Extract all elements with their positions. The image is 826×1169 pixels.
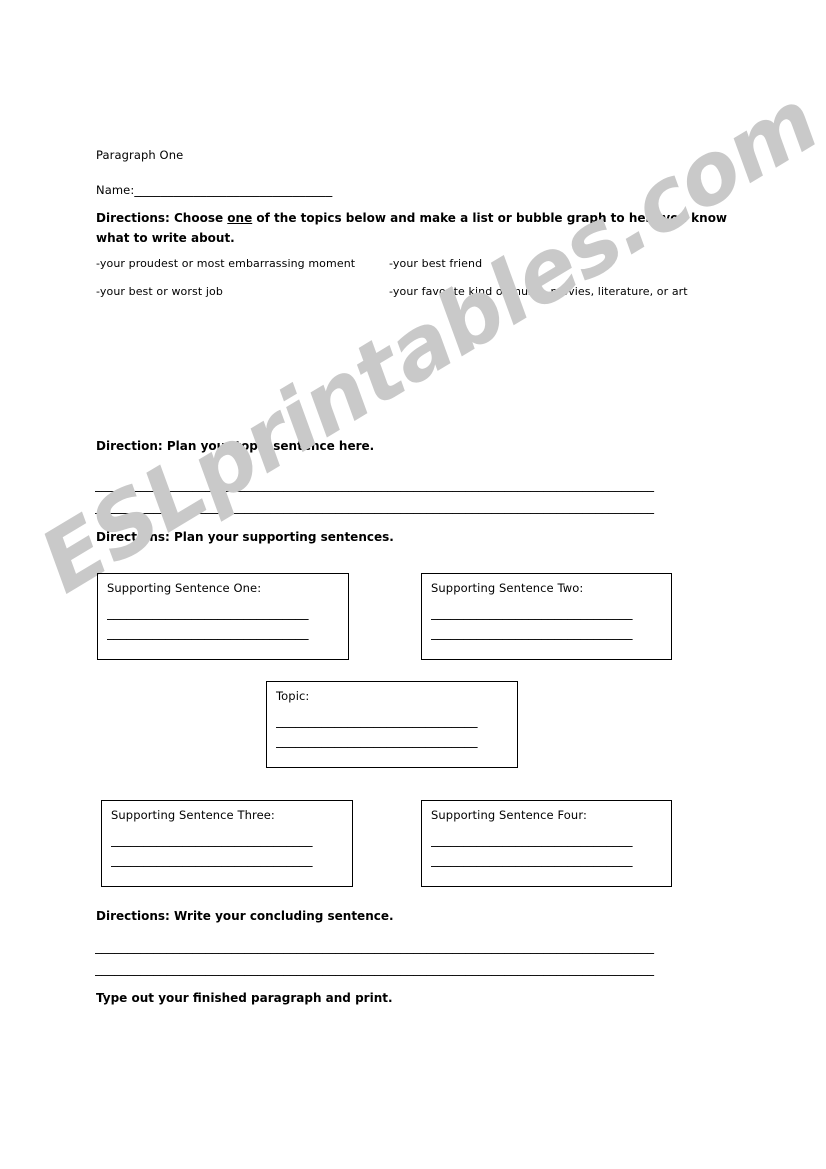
directions-supporting-sentences: Directions: Plan your supporting sentenc…: [96, 530, 394, 544]
name-label: Name:: [96, 183, 135, 197]
concluding-sentence-line-2[interactable]: ________________________________________…: [95, 962, 724, 977]
name-field-row: Name:______________________________: [96, 179, 332, 198]
supporting-sentence-four-line-2[interactable]: _______________________________: [431, 853, 659, 868]
supporting-sentence-two-line-2[interactable]: _______________________________: [431, 626, 659, 641]
directions-concluding-sentence: Directions: Write your concluding senten…: [96, 909, 394, 923]
supporting-sentence-one-label: Supporting Sentence One:: [107, 581, 262, 595]
topic-box-line-1[interactable]: _______________________________: [276, 714, 498, 729]
supporting-sentence-two-line-1[interactable]: _______________________________: [431, 606, 659, 621]
supporting-sentence-two-label: Supporting Sentence Two:: [431, 581, 584, 595]
supporting-sentence-three-line-2[interactable]: _______________________________: [111, 853, 343, 868]
page-title: Paragraph One: [96, 148, 184, 162]
topic-box-label: Topic:: [276, 689, 310, 703]
supporting-sentence-three-box[interactable]: Supporting Sentence Three: _____________…: [101, 800, 353, 887]
supporting-sentence-four-box[interactable]: Supporting Sentence Four: ______________…: [421, 800, 672, 887]
supporting-sentence-four-label: Supporting Sentence Four:: [431, 808, 587, 822]
supporting-sentence-three-label: Supporting Sentence Three:: [111, 808, 275, 822]
topic-box-line-2[interactable]: _______________________________: [276, 734, 498, 749]
topic-option-1: -your proudest or most embarrassing mome…: [96, 257, 356, 270]
supporting-sentence-two-box[interactable]: Supporting Sentence Two: _______________…: [421, 573, 672, 660]
supporting-sentence-one-line-1[interactable]: _______________________________: [107, 606, 339, 621]
topic-option-4: -your favorite kind of music, movies, li…: [389, 285, 688, 298]
directions-type-out: Type out your finished paragraph and pri…: [96, 991, 393, 1005]
directions-topic-sentence: Direction: Plan your topic sentence here…: [96, 439, 375, 453]
supporting-sentence-three-line-1[interactable]: _______________________________: [111, 833, 343, 848]
worksheet-page: ESLprintables.com Paragraph One Name:___…: [0, 0, 826, 1169]
topic-option-3: -your best friend: [389, 257, 483, 270]
topic-column-one: -your proudest or most embarrassing mome…: [96, 257, 355, 298]
supporting-sentence-four-line-1[interactable]: _______________________________: [431, 833, 659, 848]
supporting-sentence-one-line-2[interactable]: _______________________________: [107, 626, 329, 641]
directions-choose-emphasis: one: [227, 211, 253, 225]
topic-option-2: -your best or worst job: [96, 285, 223, 298]
supporting-sentence-one-box[interactable]: Supporting Sentence One: _______________…: [97, 573, 349, 660]
topic-box[interactable]: Topic: _______________________________ _…: [266, 681, 518, 768]
directions-choose-topic: Directions: Choose one of the topics bel…: [96, 208, 728, 248]
directions-choose-prefix: Directions: Choose: [96, 211, 228, 225]
name-blank-line[interactable]: ______________________________: [134, 183, 332, 198]
topic-sentence-line-2[interactable]: ________________________________________…: [95, 500, 723, 515]
topic-sentence-line-1[interactable]: ________________________________________…: [95, 478, 729, 493]
topic-column-two: -your best friend -your favorite kind of…: [389, 257, 688, 298]
concluding-sentence-line-1[interactable]: ________________________________________…: [95, 940, 732, 955]
